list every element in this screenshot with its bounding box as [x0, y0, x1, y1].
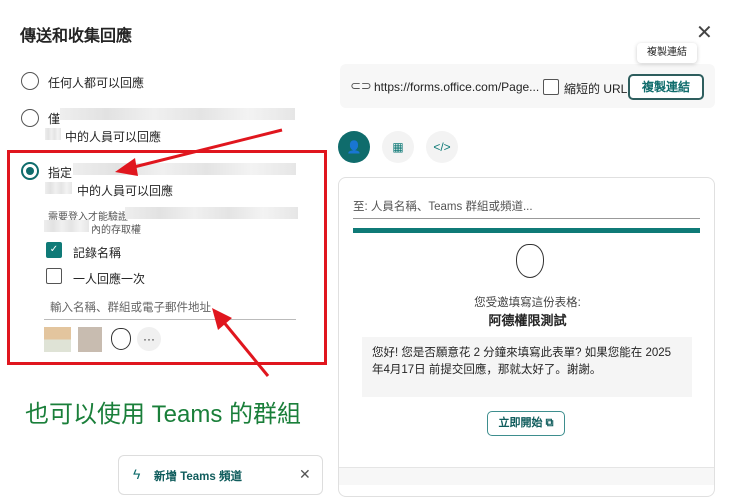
invite-message[interactable]: 您好! 您是否願意花 2 分鐘來填寫此表單? 如果您能在 2025年4月17日 …: [362, 337, 692, 397]
external-link-icon: ⧉: [545, 417, 554, 429]
share-people-icon[interactable]: 👤: [338, 131, 370, 163]
owner-avatar: [516, 244, 544, 278]
shorten-url-checkbox[interactable]: [543, 79, 559, 95]
recipient-input[interactable]: 至: 人員名稱、Teams 群組或頻道...: [353, 198, 700, 219]
teams-channel-label: 新增 Teams 頻道: [154, 471, 242, 483]
form-title: 阿德權限測試: [488, 313, 567, 328]
start-now-button[interactable]: 立即開始 ⧉: [487, 411, 565, 436]
teams-channel-card[interactable]: ϟ 新增 Teams 頻道 ✕: [118, 455, 323, 495]
link-icon: ⊂⊃: [350, 78, 372, 93]
qr-code-icon[interactable]: ▦: [382, 131, 414, 163]
invited-text: 您受邀填寫這份表格:: [474, 297, 581, 309]
annotation-text: 也可以使用 Teams 的群組: [25, 401, 302, 428]
embed-code-icon[interactable]: </>: [426, 131, 458, 163]
start-label: 立即開始: [498, 417, 543, 429]
copy-link-tooltip: 複製連結: [637, 43, 697, 63]
accent-bar: [353, 228, 700, 233]
close-icon[interactable]: ✕: [299, 466, 311, 483]
card-footer: [339, 467, 714, 485]
shorten-url-label: 縮短的 URL: [564, 82, 628, 96]
form-url[interactable]: https://forms.office.com/Page...: [374, 80, 539, 94]
copy-link-button[interactable]: 複製連結: [628, 74, 704, 100]
lightning-icon: ϟ: [133, 466, 141, 482]
